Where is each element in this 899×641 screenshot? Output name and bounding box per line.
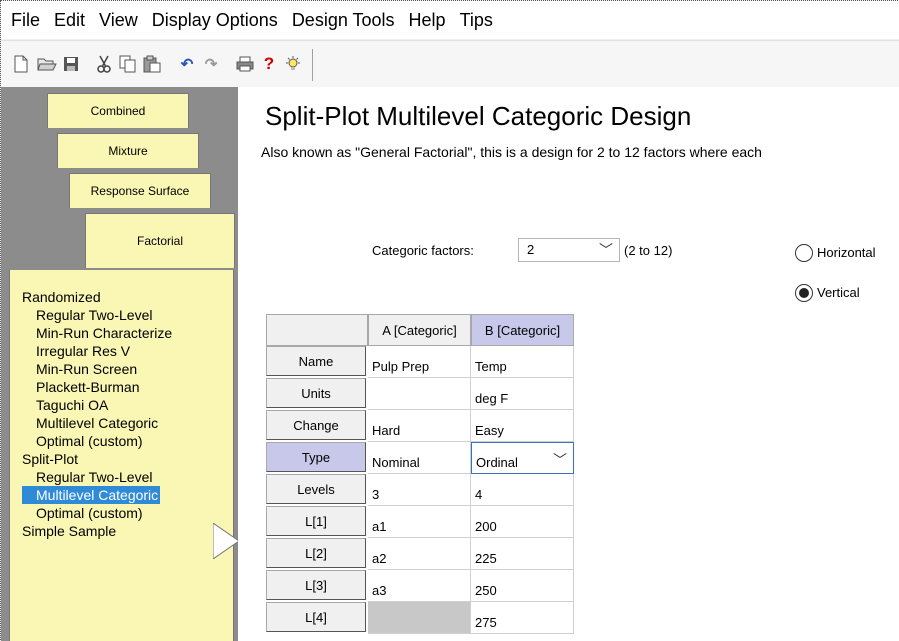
nav-multilevel-categoric[interactable]: Multilevel Categoric bbox=[36, 414, 158, 432]
cell-b-type-select[interactable]: Ordinal ﹀ bbox=[471, 442, 574, 474]
page-description: Also known as "General Factorial", this … bbox=[261, 144, 762, 160]
col-header-b[interactable]: B [Categoric] bbox=[471, 314, 574, 346]
nav-optimal-custom[interactable]: Optimal (custom) bbox=[36, 432, 143, 450]
design-list: Randomized Regular Two-Level Min-Run Cha… bbox=[9, 270, 234, 641]
row-header-l1[interactable]: L[1] bbox=[266, 506, 366, 536]
tab-response-surface[interactable]: Response Surface bbox=[69, 173, 211, 208]
menu-edit[interactable]: Edit bbox=[47, 1, 92, 39]
cell-a-levels[interactable]: 3 bbox=[368, 474, 471, 506]
nav-plackett-burman[interactable]: Plackett-Burman bbox=[36, 378, 139, 396]
menu-help[interactable]: Help bbox=[402, 1, 453, 39]
cell-b-l1[interactable]: 200 bbox=[471, 506, 574, 538]
undo-icon[interactable]: ↶ bbox=[177, 54, 197, 74]
nav-sp-multilevel-categoric[interactable]: Multilevel Categoric bbox=[22, 486, 161, 504]
cell-b-name[interactable]: Temp bbox=[471, 346, 574, 378]
horizontal-radio[interactable] bbox=[795, 244, 813, 262]
menu-file[interactable]: File bbox=[1, 1, 47, 39]
grid-corner bbox=[266, 314, 368, 346]
row-header-l4[interactable]: L[4] bbox=[266, 602, 366, 632]
cell-a-units[interactable] bbox=[368, 378, 471, 410]
copy-icon[interactable] bbox=[118, 54, 138, 74]
page-title: Split-Plot Multilevel Categoric Design bbox=[265, 101, 692, 131]
row-header-levels[interactable]: Levels bbox=[266, 474, 366, 504]
vertical-radio[interactable] bbox=[795, 284, 813, 302]
cell-b-levels[interactable]: 4 bbox=[471, 474, 574, 506]
cell-a-type[interactable]: Nominal bbox=[368, 442, 471, 474]
horizontal-label: Horizontal bbox=[817, 245, 876, 260]
row-header-name[interactable]: Name bbox=[266, 346, 366, 376]
nav-randomized: Randomized bbox=[22, 289, 101, 305]
cell-b-l2[interactable]: 225 bbox=[471, 538, 574, 570]
menu-design-tools[interactable]: Design Tools bbox=[285, 1, 402, 39]
cell-b-type-value: Ordinal bbox=[476, 455, 518, 470]
cell-a-l1[interactable]: a1 bbox=[368, 506, 471, 538]
nav-irregular-res-v[interactable]: Irregular Res V bbox=[36, 342, 130, 360]
nav-sp-optimal-custom[interactable]: Optimal (custom) bbox=[36, 504, 143, 522]
nav-simple-sample[interactable]: Simple Sample bbox=[22, 522, 116, 540]
vertical-label: Vertical bbox=[817, 285, 860, 300]
tab-combined[interactable]: Combined bbox=[47, 93, 189, 128]
main-area: Split-Plot Multilevel Categoric Design A… bbox=[238, 87, 899, 641]
chevron-down-icon: ﹀ bbox=[599, 242, 613, 258]
cell-b-l4[interactable]: 275 bbox=[471, 602, 574, 634]
redo-icon[interactable]: ↷ bbox=[201, 54, 221, 74]
help-icon[interactable]: ? bbox=[259, 54, 279, 74]
menu-bar: File Edit View Display Options Design To… bbox=[1, 1, 899, 39]
tab-mixture[interactable]: Mixture bbox=[57, 133, 199, 168]
nav-regular-two-level[interactable]: Regular Two-Level bbox=[36, 306, 152, 324]
save-icon[interactable] bbox=[61, 54, 81, 74]
nav-min-run-screen[interactable]: Min-Run Screen bbox=[36, 360, 137, 378]
menu-view[interactable]: View bbox=[92, 1, 145, 39]
paste-icon[interactable] bbox=[142, 54, 162, 74]
tip-icon[interactable] bbox=[283, 54, 303, 74]
row-header-l2[interactable]: L[2] bbox=[266, 538, 366, 568]
open-icon[interactable] bbox=[37, 54, 57, 74]
menu-display-options[interactable]: Display Options bbox=[145, 1, 285, 39]
nav-split-plot: Split-Plot bbox=[22, 451, 79, 467]
range-label: (2 to 12) bbox=[624, 243, 673, 258]
print-icon[interactable] bbox=[235, 54, 255, 74]
cell-b-units[interactable]: deg F bbox=[471, 378, 574, 410]
col-header-a[interactable]: A [Categoric] bbox=[368, 314, 471, 346]
tab-factorial[interactable]: Factorial bbox=[85, 213, 235, 268]
cell-a-name[interactable]: Pulp Prep bbox=[368, 346, 471, 378]
cell-a-change[interactable]: Hard bbox=[368, 410, 471, 442]
cell-b-change[interactable]: Easy bbox=[471, 410, 574, 442]
new-icon[interactable] bbox=[11, 54, 31, 74]
selection-pointer-icon bbox=[213, 523, 239, 559]
row-header-units[interactable]: Units bbox=[266, 378, 366, 408]
cut-icon[interactable] bbox=[94, 54, 114, 74]
row-header-l3[interactable]: L[3] bbox=[266, 570, 366, 600]
categoric-factors-select[interactable]: 2 ﹀ bbox=[518, 238, 620, 262]
toolbar: ↶ ↷ ? bbox=[1, 40, 899, 88]
nav-min-run-characterize[interactable]: Min-Run Characterize bbox=[36, 324, 172, 342]
nav-taguchi-oa[interactable]: Taguchi OA bbox=[36, 396, 108, 414]
categoric-factors-value: 2 bbox=[527, 242, 535, 257]
design-type-panel: Combined Mixture Response Surface Factor… bbox=[1, 87, 239, 641]
cell-a-l4 bbox=[368, 602, 471, 634]
cell-a-l2[interactable]: a2 bbox=[368, 538, 471, 570]
nav-sp-regular-two-level[interactable]: Regular Two-Level bbox=[36, 468, 152, 486]
categoric-factors-label: Categoric factors: bbox=[372, 243, 474, 258]
chevron-down-icon: ﹀ bbox=[553, 452, 567, 468]
toolbar-separator bbox=[312, 49, 313, 81]
cell-b-l3[interactable]: 250 bbox=[471, 570, 574, 602]
row-header-change[interactable]: Change bbox=[266, 410, 366, 440]
row-header-type[interactable]: Type bbox=[266, 442, 366, 472]
cell-a-l3[interactable]: a3 bbox=[368, 570, 471, 602]
menu-tips[interactable]: Tips bbox=[453, 1, 500, 39]
